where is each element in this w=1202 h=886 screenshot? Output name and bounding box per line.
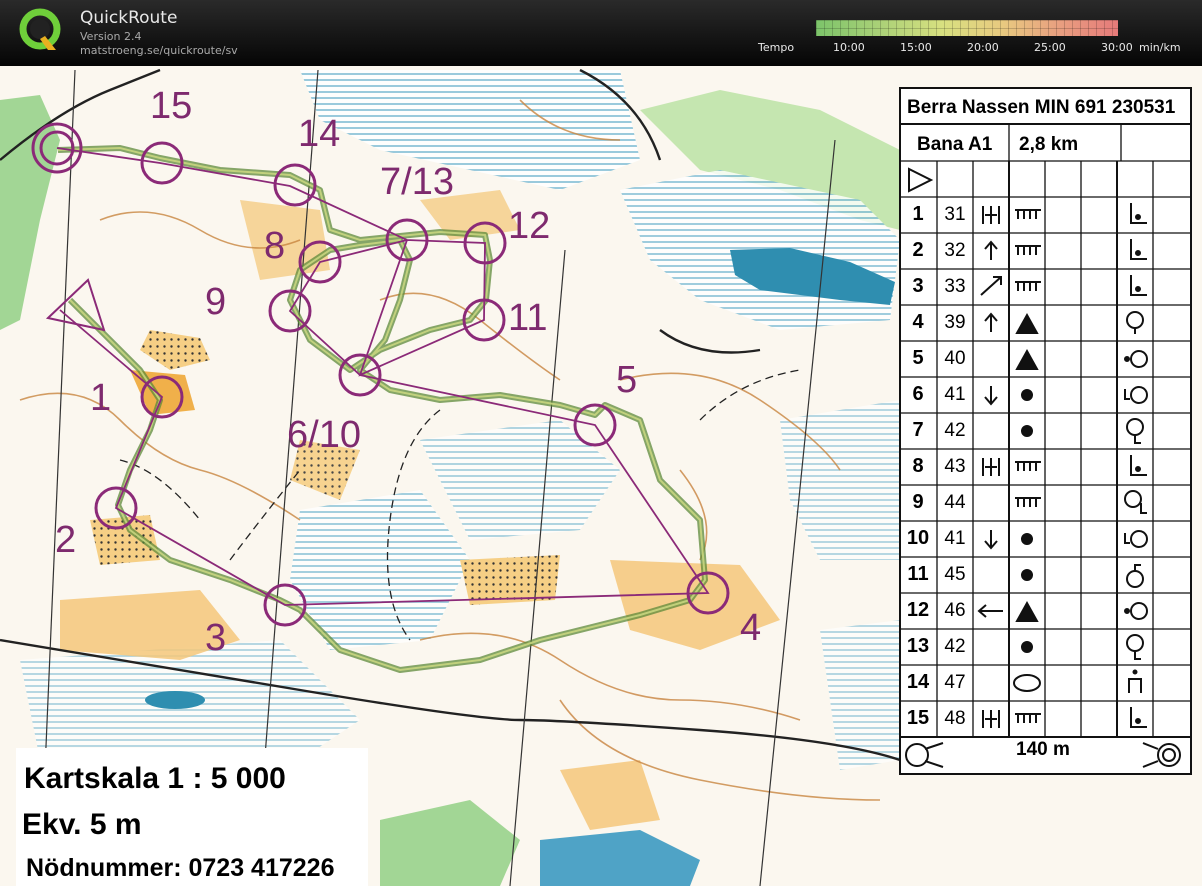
control-code: 42 bbox=[944, 420, 966, 441]
tempo-tick: 25:00 bbox=[1034, 41, 1066, 54]
tempo-unit: min/km bbox=[1139, 41, 1181, 54]
control-code: 39 bbox=[944, 312, 966, 333]
description-row: 9 44 bbox=[901, 485, 1190, 521]
description-row: 2 32 bbox=[901, 233, 1190, 269]
app-name: QuickRoute bbox=[80, 8, 178, 28]
control-number: 15 bbox=[150, 85, 192, 127]
control-number: 7/13 bbox=[380, 161, 454, 203]
control-order: 5 bbox=[912, 347, 924, 369]
description-row: 10 41 bbox=[901, 521, 1190, 557]
contour-interval: Ekv. 5 m bbox=[22, 808, 142, 841]
control-number: 12 bbox=[508, 205, 550, 247]
tempo-tick: 30:00 bbox=[1101, 41, 1133, 54]
control-order: 8 bbox=[912, 455, 924, 477]
control-number: 3 bbox=[205, 617, 226, 659]
control-order: 12 bbox=[906, 599, 930, 621]
control-order: 4 bbox=[912, 311, 924, 333]
tempo-tick: 10:00 bbox=[833, 41, 865, 54]
control-number: 4 bbox=[740, 607, 761, 649]
tempo-color-scale bbox=[816, 20, 1118, 36]
description-row: 5 40 bbox=[901, 341, 1190, 377]
control-number: 1 bbox=[90, 377, 111, 419]
control-code: 44 bbox=[944, 492, 966, 513]
last-control-icon bbox=[905, 742, 944, 768]
description-row: 1 31 bbox=[901, 197, 1190, 233]
app-url[interactable]: matstroeng.se/quickroute/sv bbox=[80, 44, 238, 57]
finish-distance: 140 m bbox=[1016, 739, 1070, 760]
control-order: 7 bbox=[912, 419, 924, 441]
control-code: 42 bbox=[944, 636, 966, 657]
emergency-number: Nödnummer: 0723 417226 bbox=[26, 854, 335, 882]
control-number: 9 bbox=[205, 281, 226, 323]
control-code: 43 bbox=[944, 456, 966, 477]
control-code: 46 bbox=[944, 600, 966, 621]
control-order: 3 bbox=[912, 275, 924, 297]
control-code: 47 bbox=[944, 672, 966, 693]
control-code: 48 bbox=[944, 708, 966, 729]
control-order: 14 bbox=[906, 671, 930, 693]
control-code: 32 bbox=[944, 240, 966, 261]
description-row: 15 48 bbox=[901, 701, 1190, 737]
description-row: 12 46 bbox=[901, 593, 1190, 629]
description-row: 7 42 bbox=[901, 413, 1190, 449]
tempo-label: Tempo bbox=[758, 41, 795, 54]
start-triangle-icon bbox=[908, 167, 934, 193]
description-row: 6 41 bbox=[901, 377, 1190, 413]
description-row: 8 43 bbox=[901, 449, 1190, 485]
tempo-tick: 20:00 bbox=[967, 41, 999, 54]
control-code: 41 bbox=[944, 384, 966, 405]
control-order: 9 bbox=[912, 491, 924, 513]
control-number: 11 bbox=[508, 297, 547, 339]
control-number: 6/10 bbox=[287, 414, 361, 456]
control-order: 6 bbox=[912, 383, 924, 405]
control-number: 8 bbox=[264, 225, 285, 267]
control-code: 45 bbox=[944, 564, 966, 585]
description-row: 14 47 bbox=[901, 665, 1190, 701]
control-number: 5 bbox=[616, 359, 637, 401]
control-order: 2 bbox=[912, 239, 924, 261]
control-number: 2 bbox=[55, 519, 76, 561]
description-row: 3 33 bbox=[901, 269, 1190, 305]
control-number: 14 bbox=[298, 113, 340, 155]
control-order: 10 bbox=[906, 527, 930, 549]
app-header: QuickRoute Version 2.4 matstroeng.se/qui… bbox=[0, 0, 1202, 66]
control-order: 13 bbox=[906, 635, 930, 657]
control-code: 31 bbox=[944, 204, 966, 225]
description-row: 4 39 bbox=[901, 305, 1190, 341]
control-code: 33 bbox=[944, 276, 966, 297]
control-order: 15 bbox=[906, 707, 930, 729]
control-order: 11 bbox=[907, 563, 929, 585]
map-legend: Kartskala 1 : 5 000 Ekv. 5 m Nödnummer: … bbox=[16, 748, 368, 886]
lake bbox=[145, 691, 205, 709]
tempo-tick: 15:00 bbox=[900, 41, 932, 54]
map-scale: Kartskala 1 : 5 000 bbox=[24, 762, 286, 795]
app-version: Version 2.4 bbox=[80, 30, 142, 43]
control-code: 40 bbox=[944, 348, 966, 369]
quickroute-logo-icon bbox=[19, 8, 61, 50]
control-order: 1 bbox=[912, 203, 924, 225]
description-row: 11 45 bbox=[901, 557, 1190, 593]
finish-icon bbox=[1142, 742, 1181, 768]
description-row: 13 42 bbox=[901, 629, 1190, 665]
control-description-sheet: Berra Nassen MIN 691 230531 Bana A1 2,8 … bbox=[899, 87, 1192, 775]
control-code: 41 bbox=[944, 528, 966, 549]
